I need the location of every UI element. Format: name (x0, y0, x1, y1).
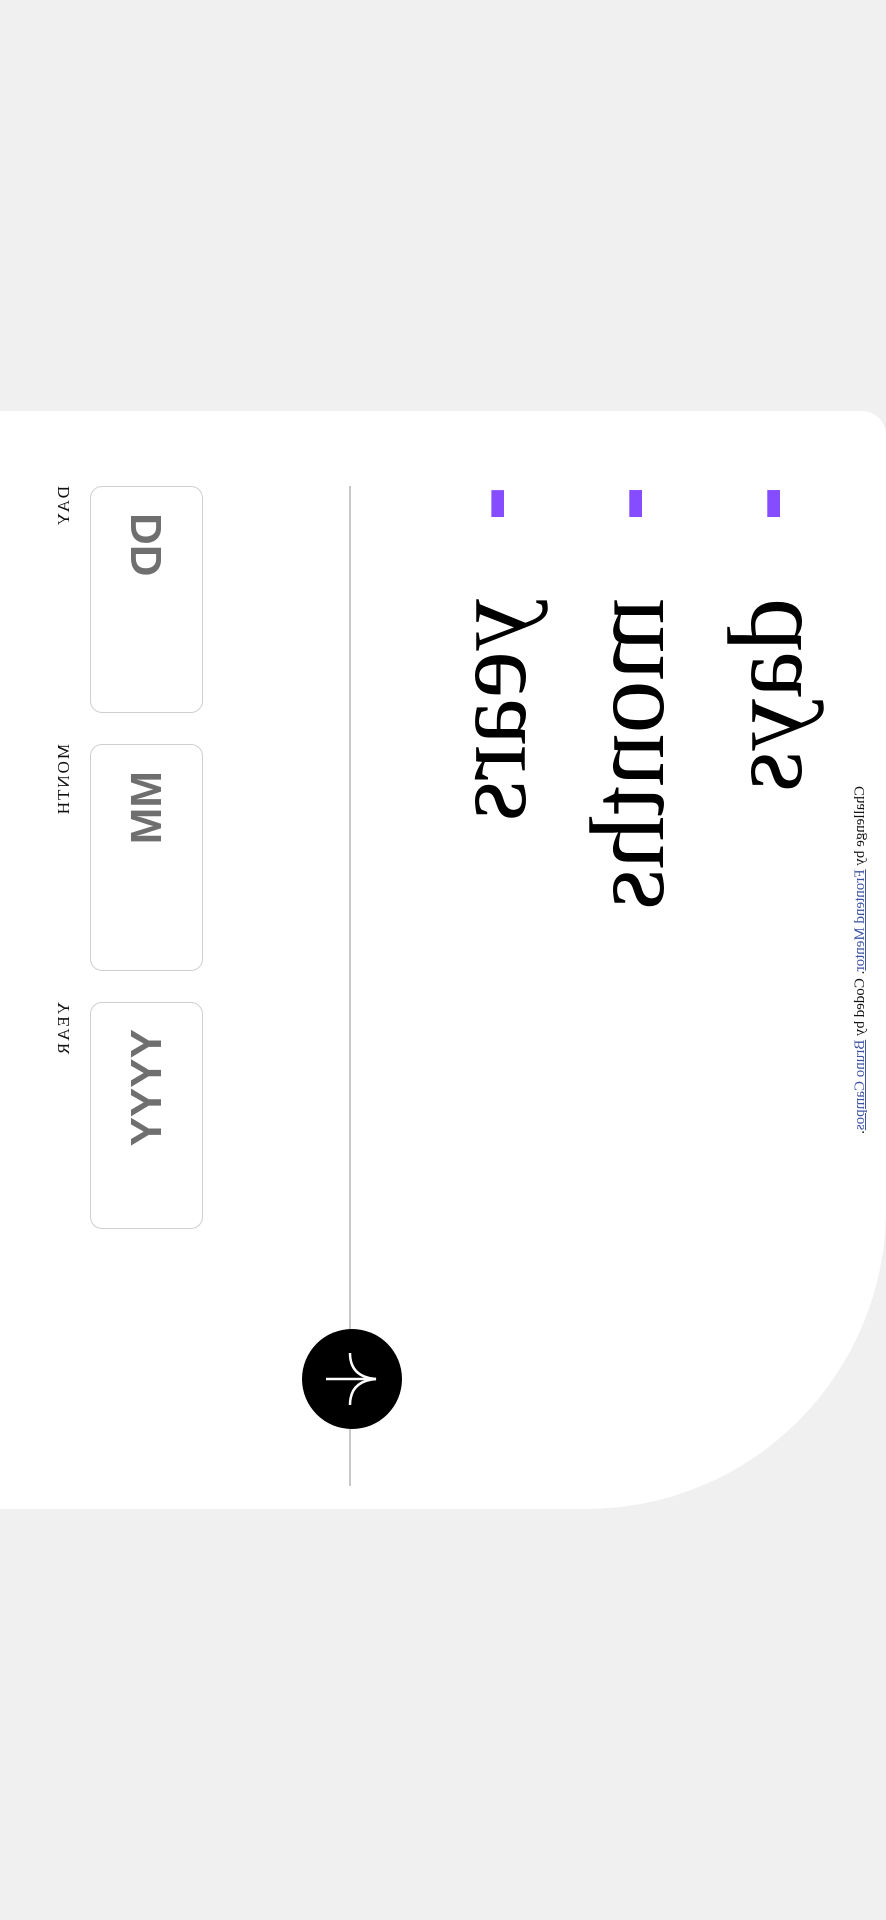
divider-row (302, 486, 402, 1486)
day-field: Day (54, 486, 203, 713)
date-inputs: Day Month Year (54, 486, 203, 1229)
day-label: Day (54, 486, 73, 528)
card-content: Day Month Year - - (0, 411, 886, 1509)
year-label: Year (54, 1002, 73, 1057)
result-days: - - days (696, 486, 886, 910)
years-unit: years (431, 598, 548, 822)
result-years: - - years (420, 486, 686, 910)
results: - - years - - months - - days (420, 486, 886, 911)
frontend-mentor-link[interactable]: Frontend Mentor (852, 869, 868, 970)
months-unit: months (569, 598, 686, 911)
age-calculator-card: Day Month Year - - (0, 411, 886, 1509)
attribution: Challenge by Frontend Mentor. Coded by B… (852, 411, 869, 1509)
attribution-middle: . Coded by (852, 970, 868, 1040)
month-label: Month (54, 744, 73, 817)
arrow-down-icon (326, 1352, 377, 1406)
days-unit: days (707, 598, 824, 793)
attribution-prefix: Challenge by (852, 786, 868, 870)
author-link[interactable]: Bruno Campos (852, 1040, 868, 1130)
day-input[interactable] (90, 486, 203, 713)
result-months: - - months (558, 486, 824, 911)
year-field: Year (54, 1002, 203, 1229)
month-input[interactable] (90, 744, 203, 971)
month-field: Month (54, 744, 203, 971)
attribution-suffix: . (852, 1130, 868, 1134)
year-input[interactable] (90, 1002, 203, 1229)
submit-button[interactable] (302, 1329, 402, 1429)
